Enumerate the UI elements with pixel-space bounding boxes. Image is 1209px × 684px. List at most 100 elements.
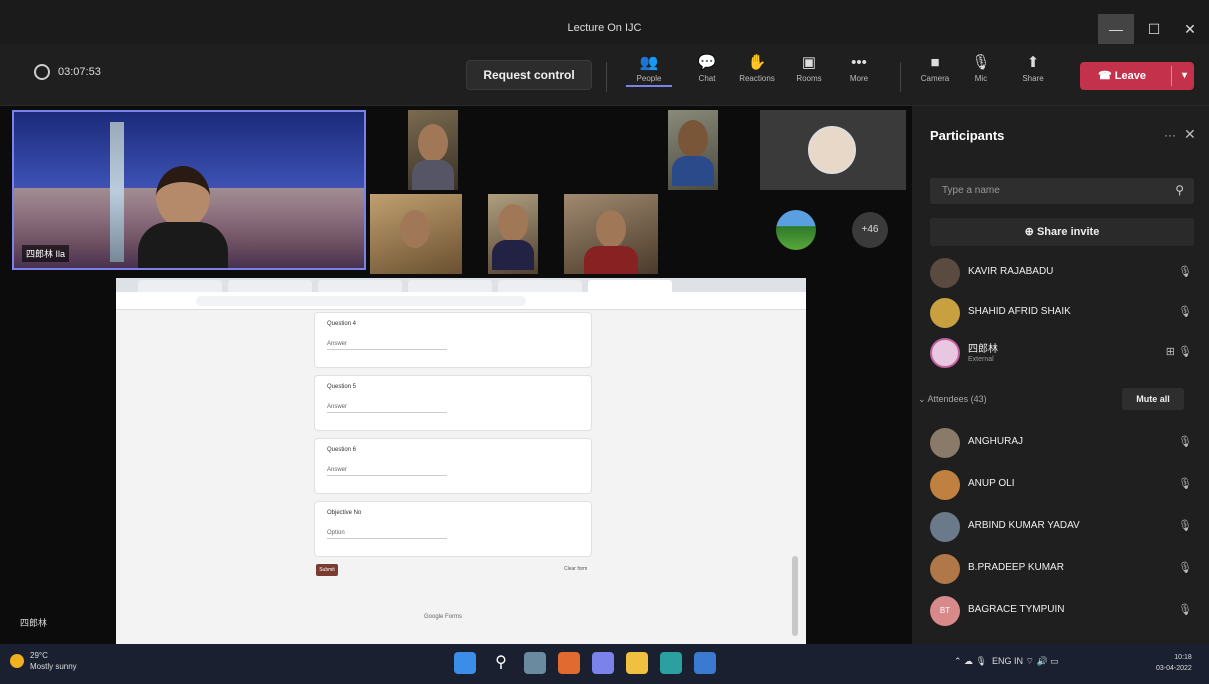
chat-label: Chat (698, 74, 716, 83)
participant-search-input[interactable]: Type a name ⚲ (930, 178, 1194, 204)
people-label: People (636, 74, 662, 83)
mic-off-icon: 🎙 (1178, 520, 1192, 532)
browser-tab (228, 280, 312, 292)
more-label: More (849, 74, 869, 83)
share-label: Share (1022, 74, 1044, 83)
sun-icon (10, 654, 24, 668)
chevron-down-icon[interactable]: ▾ (1182, 62, 1187, 90)
browser-address-bar (116, 292, 806, 310)
avatar (930, 554, 960, 584)
search-icon[interactable]: ⚲ (490, 652, 512, 674)
panel-close-button[interactable]: ✕ (1184, 126, 1196, 143)
mic-label: Mic (974, 74, 988, 83)
camera-label: Camera (920, 74, 950, 83)
speaker-video-tile[interactable]: 四郎林 Ila (12, 110, 366, 270)
avatar (930, 428, 960, 458)
chevron-down-icon: ⌄ (918, 394, 928, 404)
phone-icon: ☎ (1098, 70, 1115, 82)
rooms-icon: ▣ (801, 54, 817, 71)
taskbar: 29°C Mostly sunny ⚲ ⌃ ☁ 🎙 ENG IN ⌔ 🔊 ▭ 1… (0, 644, 1209, 684)
participant-video-tile[interactable] (488, 194, 538, 274)
reactions-label: Reactions (739, 74, 775, 83)
shared-screen: Question 4 Answer Question 5 Answer Ques… (116, 278, 806, 644)
file-explorer-icon[interactable] (626, 652, 648, 674)
mic-on-icon: 🎙 (1178, 436, 1192, 448)
weather-widget[interactable]: 29°C Mostly sunny (10, 650, 77, 672)
link-icon: ⊕ (1024, 226, 1037, 238)
shield-icon (34, 64, 50, 80)
avatar (776, 210, 816, 250)
edge-icon[interactable] (660, 652, 682, 674)
list-item[interactable]: SHAHID AFRID SHAIK 🎙 (930, 294, 1200, 330)
teams-icon[interactable] (592, 652, 614, 674)
participant-video-tile[interactable] (408, 110, 458, 190)
close-button[interactable]: ✕ (1172, 14, 1208, 44)
browser-tab (498, 280, 582, 292)
camera-icon: ■ (930, 54, 940, 71)
share-invite-button[interactable]: ⊕ Share invite (930, 218, 1194, 246)
chat-button[interactable]: 💬 Chat (684, 52, 730, 83)
mic-off-icon: 🎙 (1178, 266, 1192, 278)
participant-video-tile[interactable] (370, 194, 462, 274)
participant-video-tile[interactable] (668, 110, 718, 190)
participants-panel: Participants ··· ✕ Type a name ⚲ ⊕ Share… (912, 106, 1209, 644)
participant-video-tile[interactable] (564, 194, 658, 274)
mic-off-icon: 🎙 (1178, 604, 1192, 616)
list-item[interactable]: BT BAGRACE TYMPUIN 🎙 (930, 592, 1200, 628)
speaker-image (138, 166, 228, 268)
panel-more-button[interactable]: ··· (1164, 128, 1176, 142)
timer-text: 03:07:53 (58, 66, 101, 78)
people-button[interactable]: 👥 People (626, 52, 672, 87)
list-item[interactable]: B.PRADEEP KUMAR 🎙 (930, 550, 1200, 586)
video-stage: 四郎林 Ila +46 Question 4 Answer Question 5… (0, 106, 912, 644)
browser-tab (588, 280, 672, 292)
share-button[interactable]: ⬆ Share (1010, 52, 1056, 83)
scrollbar (792, 318, 798, 638)
list-item[interactable]: 四郎林 External ⊞ 🎙 (930, 334, 1200, 370)
avatar (930, 512, 960, 542)
form-question-card: Question 5 Answer (314, 375, 592, 431)
camera-button[interactable]: ■ Camera (912, 52, 958, 83)
google-forms-footer: Google Forms (424, 614, 463, 620)
firefox-icon[interactable] (558, 652, 580, 674)
more-participants-button[interactable]: +46 (852, 212, 888, 248)
attendees-section-header[interactable]: ⌄ Attendees (43) (918, 394, 987, 405)
reactions-button[interactable]: ✋ Reactions (734, 52, 780, 83)
meeting-toolbar: 03:07:53 Request control 👥 People 💬 Chat… (0, 44, 1209, 106)
leave-button[interactable]: ☎ Leave ▾ (1080, 62, 1194, 90)
chat-icon: 💬 (697, 54, 717, 71)
avatar (930, 258, 960, 288)
list-item[interactable]: ANGHURAJ 🎙 (930, 424, 1200, 460)
mic-off-icon: 🎙 (971, 54, 991, 71)
maximize-button[interactable]: ☐ (1136, 14, 1172, 44)
people-icon: 👥 (639, 54, 659, 71)
presenter-name-tag: 四郎林 (20, 618, 48, 628)
request-control-button[interactable]: Request control (466, 60, 592, 90)
taskbar-clock[interactable]: 10:18 03-04-2022 (1156, 652, 1192, 674)
mic-off-icon: 🎙 (1178, 306, 1192, 318)
start-button[interactable] (454, 652, 476, 674)
list-item[interactable]: ARBIND KUMAR YADAV 🎙 (930, 508, 1200, 544)
mic-button[interactable]: 🎙 Mic (958, 52, 1004, 83)
mute-all-button[interactable]: Mute all (1122, 388, 1184, 410)
mic-on-icon: ⊞ 🎙 (1165, 346, 1192, 358)
divider (606, 62, 607, 92)
rooms-button[interactable]: ▣ Rooms (786, 52, 832, 83)
panel-title: Participants (930, 128, 1005, 143)
speaker-name-tag: 四郎林 Ila (22, 245, 70, 262)
form-question-card: Objective No Option (314, 501, 592, 557)
system-tray[interactable]: ⌃ ☁ 🎙 ENG IN ⌔ 🔊 ▭ (954, 656, 1059, 667)
store-icon[interactable] (694, 652, 716, 674)
list-item[interactable]: KAVIR RAJABADU 🎙 (930, 254, 1200, 290)
avatar (930, 470, 960, 500)
title-bar: Lecture On IJC — ☐ ✕ (0, 0, 1209, 44)
avatar: BT (930, 596, 960, 626)
minimize-button[interactable]: — (1098, 14, 1134, 44)
task-view-icon[interactable] (524, 652, 546, 674)
mic-off-icon: 🎙 (1178, 562, 1192, 574)
list-item[interactable]: ANUP OLI 🎙 (930, 466, 1200, 502)
more-button[interactable]: ••• More (836, 52, 882, 83)
avatar (808, 126, 856, 174)
form-question-card: Question 4 Answer (314, 312, 592, 368)
more-icon: ••• (851, 54, 867, 71)
